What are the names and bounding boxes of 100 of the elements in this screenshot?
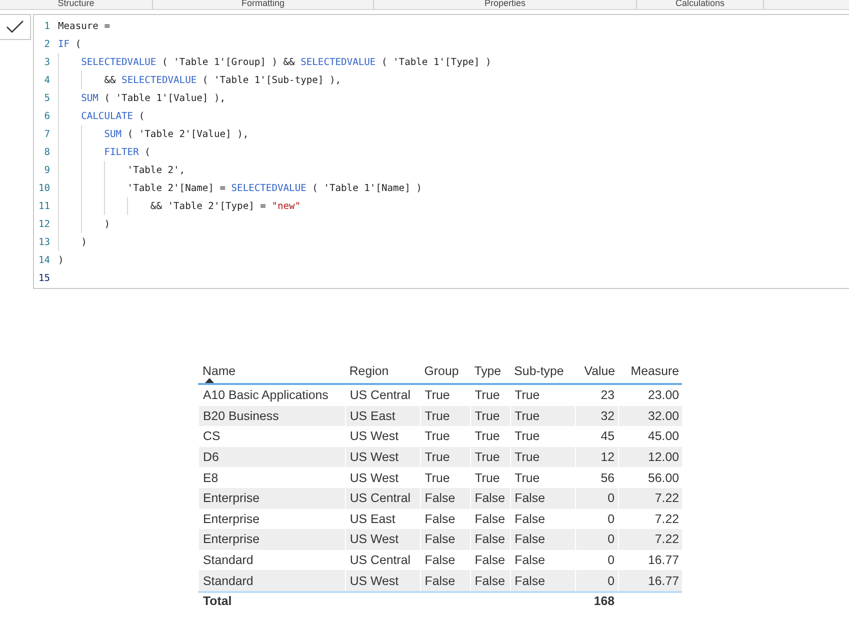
table-cell: US Central [350,553,410,568]
total-value: 168 [594,594,615,608]
table-cell: US East [350,512,396,526]
table-cell: 0 [608,512,615,526]
table-cell: 45.00 [648,429,679,444]
code-line: CALCULATE ( [80,110,145,122]
table-cell: US East [350,408,396,423]
table-cell: 0 [608,532,615,546]
table-cell: US West [350,532,399,546]
table-cell: 32.00 [648,408,679,423]
table-cell: True [514,429,540,444]
table-cell: 7.22 [654,512,679,526]
table-cell: 23.00 [648,388,679,402]
column-header[interactable]: Sub-type [514,364,572,378]
table-cell: 12 [600,450,615,464]
line-number: 12 [37,218,50,230]
table-cell: True [474,450,500,464]
table-cell: False [474,532,506,546]
table-cell: Enterprise [203,532,260,546]
table-cell: 56 [600,470,615,485]
table-cell: True [424,429,450,444]
table-cell: True [424,450,450,464]
line-number: 5 [43,92,50,104]
column-header[interactable]: Region [349,364,418,378]
table-cell: False [424,574,456,588]
line-number: 15 [37,272,50,284]
table-cell: 23 [600,388,615,402]
column-header[interactable]: Measure [630,364,679,378]
table-cell: True [474,470,500,485]
table-cell: True [514,408,540,423]
table-cell: True [514,470,540,485]
column-header[interactable]: Name [202,364,342,378]
code-line: IF ( [58,38,82,50]
table-cell: 0 [608,491,615,506]
table-cell: 56.00 [648,470,679,485]
table-cell: False [424,532,456,546]
table-cell: False [474,553,506,568]
code-line: SELECTEDVALUE ( 'Table 1'[Group] ) && SELECTEDVALUE ( 'Table 1'[Type] ) [80,56,492,68]
total-label: Total [203,594,232,608]
ribbon-tab[interactable]: Structure [58,0,94,9]
code-line: SUM ( 'Table 1'[Value] ), [80,92,226,104]
table-cell: True [474,429,500,444]
table-cell: 16.77 [648,574,679,588]
line-number: 8 [43,146,50,158]
table-cell: B20 Business [203,408,279,423]
table-cell: Enterprise [203,491,260,506]
line-number: 11 [37,200,50,212]
table-cell: True [514,388,540,402]
table-cell: Enterprise [203,512,260,526]
code-line: FILTER ( [103,146,150,158]
table-cell: False [514,574,545,588]
table-cell: Standard [203,553,254,568]
table-cell: E8 [203,470,218,485]
table-cell: False [424,512,456,526]
table-cell: 16.77 [648,553,679,568]
line-number: 2 [43,38,50,50]
line-number: 10 [37,182,50,194]
code-line: && SELECTEDVALUE ( 'Table 1'[Sub-type] ), [103,74,342,86]
line-number: 6 [43,110,50,122]
table-cell: Standard [203,574,254,588]
column-header[interactable]: Type [474,364,508,378]
code-line: ) [80,236,87,248]
table-cell: False [514,512,545,526]
table-cell: False [474,574,506,588]
table-cell: False [514,553,545,568]
table-cell: True [424,408,450,423]
code-line: ) [58,254,64,266]
line-number: 7 [43,128,50,140]
table-cell: True [424,470,450,485]
table-cell: False [514,532,545,546]
line-number: 13 [37,236,50,248]
checkmark-icon [6,20,24,34]
table-cell: False [424,553,456,568]
code-line: && 'Table 2'[Type] = "new" [149,200,301,212]
column-header[interactable]: Group [424,364,468,378]
table-cell: True [514,450,540,464]
table-cell: US West [350,574,399,588]
table-cell: 0 [608,574,615,588]
table-cell: US West [350,429,399,444]
line-number: 9 [43,164,50,176]
table-cell: 7.22 [654,532,679,546]
column-header[interactable]: Value [584,364,616,378]
table-cell: 0 [608,553,615,568]
table-cell: US West [350,450,399,464]
code-line: 'Table 2', [126,164,186,176]
table-cell: D6 [203,450,219,464]
code-line: Measure = [58,20,110,32]
table-cell: US Central [350,491,410,506]
line-number: 3 [43,56,50,68]
table-cell: 32 [600,408,615,423]
code-line: ) [103,218,110,230]
table-cell: US Central [350,388,410,402]
table-cell: US West [350,470,399,485]
line-number: 14 [37,254,50,266]
table-cell: 45 [600,429,615,444]
table-cell: False [514,491,545,506]
commit-button[interactable] [0,14,31,40]
table-cell: CS [203,429,220,444]
table-cell: True [474,408,500,423]
table-cell: False [474,491,506,506]
